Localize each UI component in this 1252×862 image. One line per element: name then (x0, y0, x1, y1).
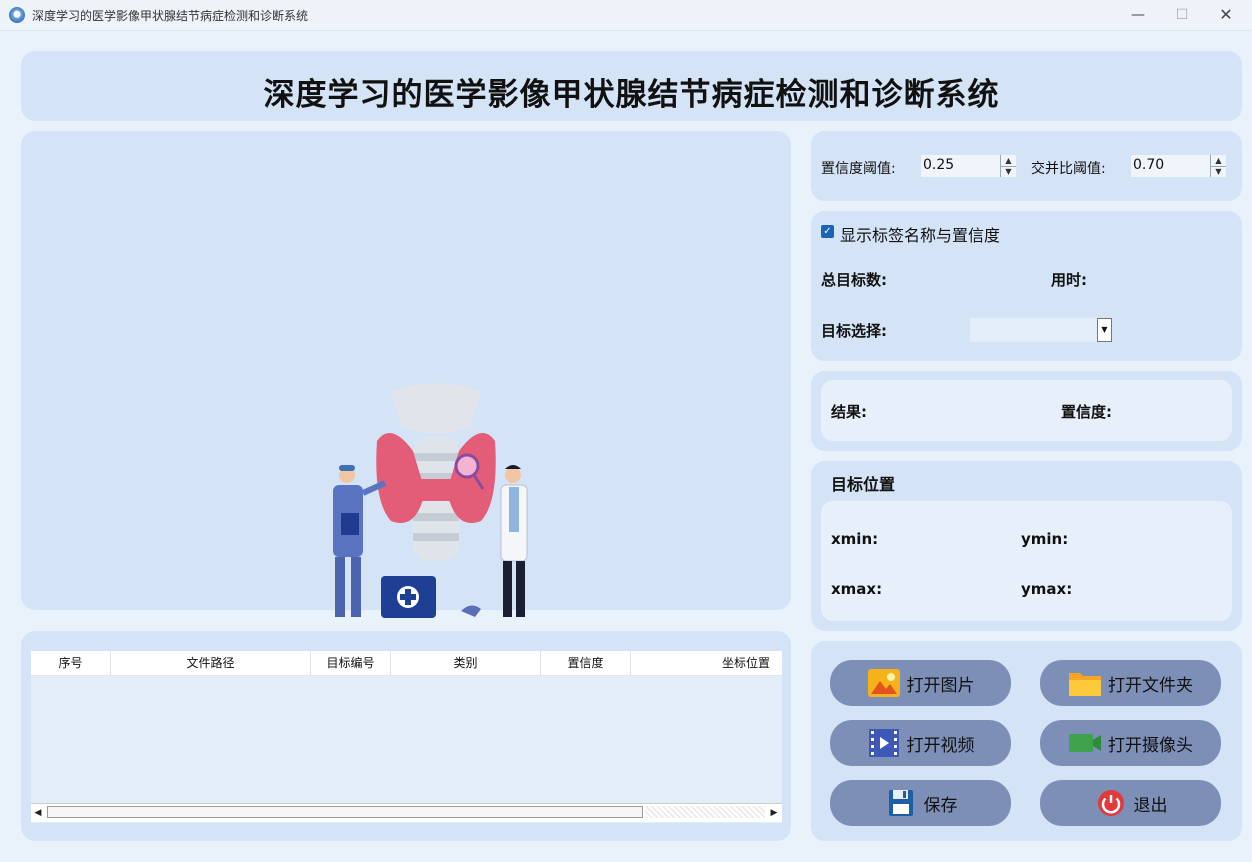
window-titlebar: 深度学习的医学影像甲状腺结节病症检测和诊断系统 — ☐ ✕ (0, 0, 1252, 31)
confidence-threshold-label: 置信度阈值: (821, 161, 896, 177)
show-labels-checkbox[interactable]: ✓ (821, 225, 834, 238)
column-header-coordinates[interactable]: 坐标位置 (631, 651, 782, 675)
film-icon (867, 728, 901, 758)
image-icon (867, 668, 901, 698)
header-panel: 深度学习的医学影像甲状腺结节病症检测和诊断系统 (21, 51, 1242, 121)
results-table[interactable]: 序号 文件路径 目标编号 类别 置信度 坐标位置 ◀ ▶ (31, 651, 782, 823)
window-title: 深度学习的医学影像甲状腺结节病症检测和诊断系统 (32, 9, 309, 23)
iou-threshold-label: 交并比阈值: (1031, 161, 1106, 177)
chevron-down-icon[interactable]: ▼ (1097, 318, 1112, 342)
confidence-threshold-value: 0.25 (923, 157, 955, 173)
close-window-button[interactable]: ✕ (1206, 4, 1246, 26)
action-buttons-panel: 打开图片 打开文件夹 打开视频 打开摄像头 保存 退出 (811, 641, 1242, 841)
column-header-file-path[interactable]: 文件路径 (111, 651, 311, 675)
spin-down-icon[interactable]: ▼ (1211, 166, 1226, 177)
scrollbar-track[interactable] (645, 806, 765, 818)
spin-buttons: ▲ ▼ (1000, 155, 1016, 177)
column-header-class[interactable]: 类别 (391, 651, 541, 675)
floppy-icon (884, 788, 918, 818)
horizontal-scrollbar[interactable]: ◀ ▶ (31, 803, 782, 822)
save-button[interactable]: 保存 (830, 780, 1011, 826)
time-label: 用时: (1051, 271, 1087, 289)
column-header-index[interactable]: 序号 (31, 651, 111, 675)
spin-buttons: ▲ ▼ (1210, 155, 1226, 177)
confidence-threshold-spinbox[interactable]: 0.25 ▲ ▼ (921, 155, 1016, 177)
power-icon (1094, 788, 1128, 818)
result-panel: 结果: 置信度: (811, 371, 1242, 451)
results-table-panel: 序号 文件路径 目标编号 类别 置信度 坐标位置 ◀ ▶ (21, 631, 791, 841)
open-video-button[interactable]: 打开视频 (830, 720, 1011, 766)
image-display-panel (21, 131, 791, 618)
exit-button[interactable]: 退出 (1040, 780, 1221, 826)
open-image-button[interactable]: 打开图片 (830, 660, 1011, 706)
scroll-right-icon[interactable]: ▶ (767, 804, 781, 822)
threshold-panel: 置信度阈值: 0.25 ▲ ▼ 交并比阈值: 0.70 ▲ ▼ (811, 131, 1242, 201)
scroll-left-icon[interactable]: ◀ (31, 804, 45, 822)
iou-threshold-spinbox[interactable]: 0.70 ▲ ▼ (1131, 155, 1226, 177)
open-camera-label: 打开摄像头 (1108, 735, 1193, 756)
minimize-button[interactable]: — (1118, 4, 1158, 26)
open-video-label: 打开视频 (906, 735, 975, 756)
xmax-label: xmax: (831, 580, 883, 598)
open-folder-label: 打开文件夹 (1108, 675, 1193, 696)
column-header-confidence[interactable]: 置信度 (541, 651, 631, 675)
result-label: 结果: (831, 403, 867, 421)
target-position-panel: 目标位置 xmin: ymin: xmax: ymax: (811, 461, 1242, 631)
save-label: 保存 (923, 795, 958, 816)
column-header-target-id[interactable]: 目标编号 (311, 651, 391, 675)
thyroid-app-icon (9, 7, 25, 23)
table-header: 序号 文件路径 目标编号 类别 置信度 坐标位置 (31, 651, 782, 676)
ymax-label: ymax: (1021, 580, 1073, 598)
iou-threshold-value: 0.70 (1133, 157, 1165, 173)
spin-down-icon[interactable]: ▼ (1001, 166, 1016, 177)
scrollbar-thumb[interactable] (47, 806, 643, 818)
open-image-label: 打开图片 (906, 675, 975, 696)
page-title: 深度学习的医学影像甲状腺结节病症检测和诊断系统 (263, 77, 1000, 113)
target-select-dropdown[interactable]: ▼ (970, 318, 1112, 342)
ymin-label: ymin: (1021, 530, 1069, 548)
result-confidence-label: 置信度: (1061, 403, 1112, 421)
video-camera-icon (1068, 728, 1102, 758)
target-select-label: 目标选择: (821, 322, 887, 340)
result-inner-box: 结果: 置信度: (821, 380, 1232, 441)
options-panel: ✓ 显示标签名称与置信度 总目标数: 用时: 目标选择: ▼ (811, 211, 1242, 361)
maximize-button[interactable]: ☐ (1162, 4, 1202, 26)
xmin-label: xmin: (831, 530, 879, 548)
thyroid-doctors-illustration (333, 383, 528, 618)
position-inner-box: xmin: ymin: xmax: ymax: (821, 501, 1232, 621)
open-folder-button[interactable]: 打开文件夹 (1040, 660, 1221, 706)
exit-label: 退出 (1133, 795, 1168, 816)
target-position-title: 目标位置 (831, 475, 896, 494)
show-labels-text[interactable]: 显示标签名称与置信度 (840, 222, 1000, 246)
open-camera-button[interactable]: 打开摄像头 (1040, 720, 1221, 766)
folder-icon (1068, 668, 1102, 698)
total-targets-label: 总目标数: (821, 271, 887, 289)
